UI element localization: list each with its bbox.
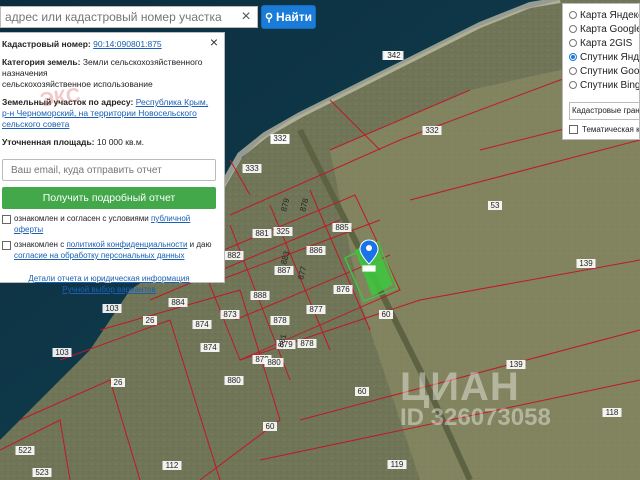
parcel-number-label[interactable]: 888 <box>253 291 267 300</box>
consent-privacy-tail: и даю <box>189 240 212 249</box>
land-category-label: Категория земель: <box>2 57 81 67</box>
parcel-number-label[interactable]: 874 <box>195 320 209 329</box>
parcel-number-label[interactable]: 103 <box>55 348 69 357</box>
layer-option-label: Спутник Яндекс <box>580 51 640 63</box>
personal-data-link[interactable]: согласие на обработку персональных данны… <box>14 251 184 260</box>
parcel-number-label[interactable]: 332 <box>273 134 287 143</box>
consent-offer-text: ознакомлен и согласен с условиями публич… <box>14 213 216 235</box>
parcel-number-label[interactable]: 881 <box>255 229 269 238</box>
layer-radio[interactable] <box>569 67 577 75</box>
layer-radio[interactable] <box>569 53 577 61</box>
layer-option-label: Спутник Google <box>580 65 640 77</box>
area-label: Уточненная площадь: <box>2 137 95 147</box>
layer-option[interactable]: Спутник Яндекс <box>569 50 639 64</box>
parcel-number-label[interactable]: 873 <box>223 310 237 319</box>
parcel-number-label[interactable]: 112 <box>166 461 179 470</box>
stamp-watermark: ЭКС <box>38 84 82 112</box>
parcel-number-label[interactable]: 53 <box>491 201 500 210</box>
cadastral-number-label: Кадастровый номер: <box>2 39 91 49</box>
parcel-number-label[interactable]: 60 <box>266 422 275 431</box>
parcel-number-label[interactable]: 26 <box>114 378 123 387</box>
layer-radio[interactable] <box>569 25 577 33</box>
cadastral-number-link[interactable]: 90:14:090801:875 <box>93 39 162 49</box>
layer-option[interactable]: Карта Яндекс <box>569 8 639 22</box>
watermark: ЦИАН ID 326073058 <box>400 365 551 431</box>
thematic-map-label: Тематическая карта <box>582 125 640 134</box>
search-input[interactable] <box>1 10 235 24</box>
search-button[interactable]: ⚲ Найти <box>261 5 316 29</box>
report-details-link[interactable]: Детали отчета и юридическая информация <box>28 274 189 283</box>
address-row: Земельный участок по адресу: Республика … <box>2 97 216 130</box>
parcel-number-label[interactable]: 332 <box>425 126 439 135</box>
parcel-number-label[interactable]: 103 <box>105 304 119 313</box>
consent-offer-row: ознакомлен и согласен с условиями публич… <box>2 213 216 235</box>
parcel-number-label[interactable]: 118 <box>606 408 619 417</box>
search-box: × <box>0 6 258 28</box>
manual-selection-link[interactable]: Ручной выбор вариантов <box>62 285 155 294</box>
consent-offer-label: ознакомлен и согласен с условиями <box>14 214 149 223</box>
layer-option[interactable]: Карта 2GIS <box>569 36 639 50</box>
get-report-button[interactable]: Получить подробный отчет <box>2 187 216 209</box>
parcel-number-label[interactable]: 878 <box>273 316 287 325</box>
parcel-number-label[interactable]: 878 <box>300 339 314 348</box>
parcel-number-label[interactable]: 885 <box>335 223 349 232</box>
area-value: 10 000 кв.м. <box>96 137 145 147</box>
parcel-number-label[interactable]: 522 <box>18 446 32 455</box>
layer-option-label: Карта Google <box>580 23 640 35</box>
layer-radio[interactable] <box>569 39 577 47</box>
thematic-map-row: Тематическая карта <box>569 125 639 134</box>
parcel-number-label[interactable]: 60 <box>382 310 391 319</box>
consent-privacy-text: ознакомлен с политикой конфиденциальност… <box>14 239 216 261</box>
layer-option[interactable]: Спутник Bing <box>569 78 639 92</box>
parcel-number-label[interactable]: 877 <box>309 305 323 314</box>
parcel-number-label[interactable]: 886 <box>309 246 323 255</box>
cadastral-number-row: Кадастровый номер: 90:14:090801:875 <box>2 39 216 50</box>
parcel-number-label[interactable]: 139 <box>579 259 593 268</box>
cadastral-layer-select[interactable]: Кадастровые границы <box>569 102 639 120</box>
parcel-number-label[interactable]: 342 <box>387 51 401 60</box>
map-layer-panel: Карта Яндекс Карта Google Карта 2GIS Спутни… <box>562 3 640 140</box>
parcel-number-label[interactable]: 874 <box>203 343 217 352</box>
parcel-number-label[interactable]: 880 <box>267 358 281 367</box>
search-button-label: Найти <box>276 10 313 24</box>
parcel-number-label[interactable]: 60 <box>358 387 367 396</box>
parcel-number-label[interactable]: 523 <box>35 468 49 477</box>
land-category-row: Категория земель: Земли сельскохозяйстве… <box>2 57 216 90</box>
close-icon[interactable]: × <box>210 35 218 49</box>
parcel-number-label[interactable]: 876 <box>336 285 350 294</box>
consent-offer-checkbox[interactable] <box>2 215 11 224</box>
parcel-number-label[interactable]: 26 <box>146 316 155 325</box>
layer-options: Карта Яндекс Карта Google Карта 2GIS Спутни… <box>569 8 639 92</box>
layer-option-label: Карта 2GIS <box>580 37 633 49</box>
parcel-number-label[interactable]: 884 <box>171 298 185 307</box>
layer-option-label: Карта Яндекс <box>580 9 640 21</box>
parcel-info-panel: × ЭКС Кадастровый номер: 90:14:090801:87… <box>0 32 225 294</box>
watermark-id: ID 326073058 <box>400 404 551 431</box>
email-input[interactable] <box>2 159 216 181</box>
area-row: Уточненная площадь: 10 000 кв.м. <box>2 137 216 148</box>
layer-option-label: Спутник Bing <box>580 79 640 91</box>
panel-footer-links: Детали отчета и юридическая информация Р… <box>2 273 216 295</box>
layer-option[interactable]: Карта Google <box>569 22 639 36</box>
parcel-number-label[interactable]: 119 <box>391 460 404 469</box>
close-icon[interactable]: × <box>235 8 257 26</box>
consent-privacy-checkbox[interactable] <box>2 241 11 250</box>
watermark-brand: ЦИАН <box>400 365 520 409</box>
map-pin-icon[interactable] <box>359 239 379 273</box>
privacy-policy-link[interactable]: политикой конфиденциальности <box>66 240 187 249</box>
search-icon: ⚲ <box>264 11 274 24</box>
consent-privacy-row: ознакомлен с политикой конфиденциальност… <box>2 239 216 261</box>
layer-option[interactable]: Спутник Google <box>569 64 639 78</box>
thematic-map-checkbox[interactable] <box>569 125 578 134</box>
layer-radio[interactable] <box>569 81 577 89</box>
parcel-number-label[interactable]: 882 <box>227 251 241 260</box>
consent-privacy-label: ознакомлен с <box>14 240 65 249</box>
parcel-number-label[interactable]: 887 <box>277 266 291 275</box>
parcel-number-label[interactable]: 880 <box>227 376 241 385</box>
parcel-number-label[interactable]: 325 <box>276 227 290 236</box>
layer-radio[interactable] <box>569 11 577 19</box>
parcel-number-label[interactable]: 333 <box>245 164 259 173</box>
